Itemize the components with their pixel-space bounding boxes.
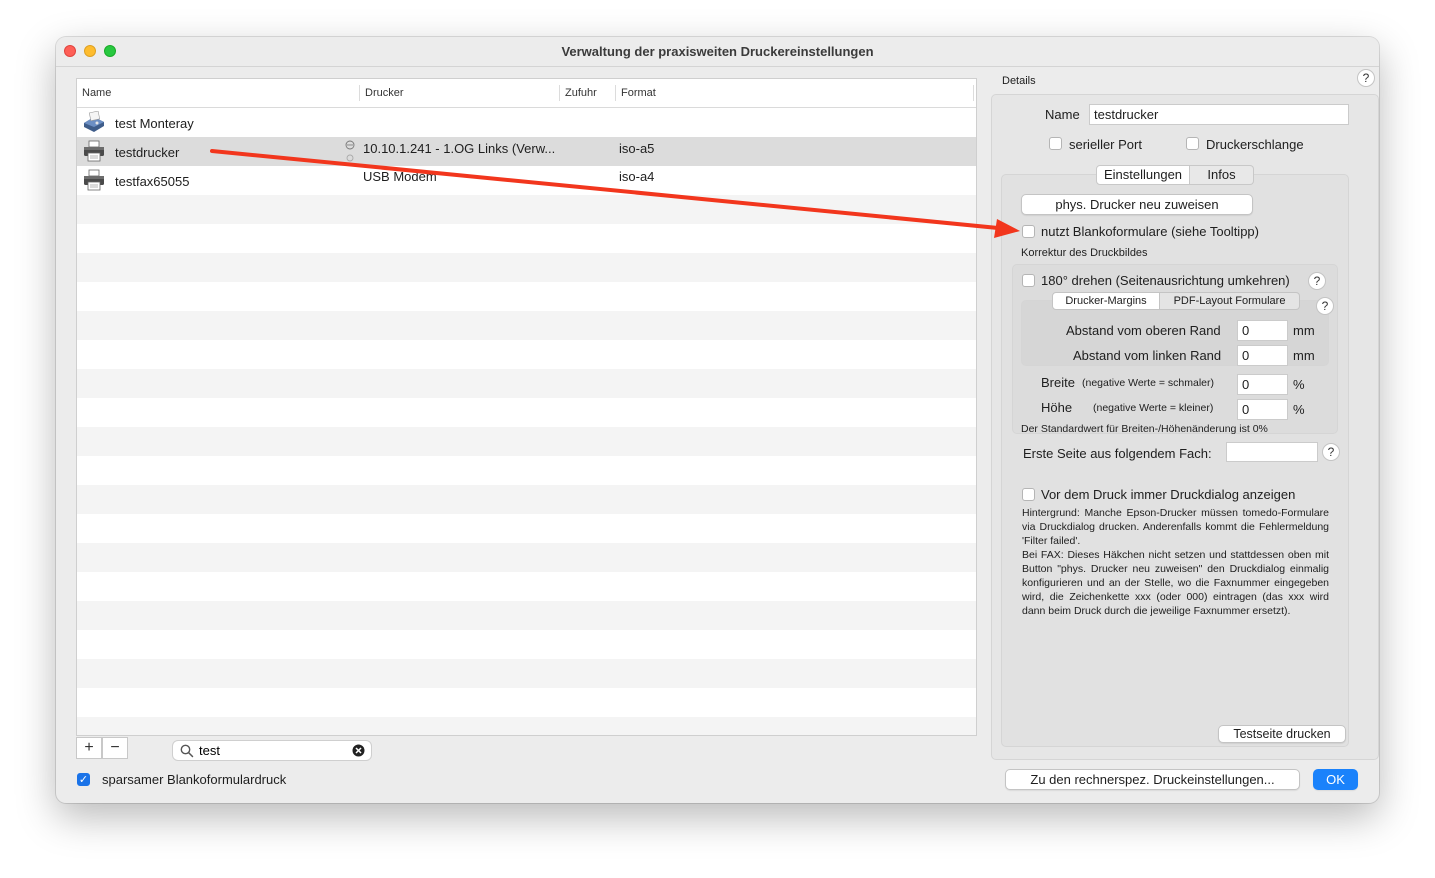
column-divider xyxy=(359,85,360,101)
empty-row xyxy=(77,398,976,427)
ok-button[interactable]: OK xyxy=(1313,769,1358,790)
margins-help-button[interactable]: ? xyxy=(1316,297,1334,315)
table-row-selected[interactable]: testdrucker 10.10.1.241 - 1.OG Links (Ve… xyxy=(77,137,976,166)
column-header-printer[interactable]: Drucker xyxy=(365,87,404,99)
details-header: Details xyxy=(1002,75,1036,87)
tab-infos[interactable]: Infos xyxy=(1190,165,1254,185)
empty-row xyxy=(77,340,976,369)
width-label: Breite xyxy=(1041,375,1075,390)
row-printer: 10.10.1.241 - 1.OG Links (Verw... xyxy=(363,141,556,156)
table-body: test Monteray testdrucker 10.10.1.241 - … xyxy=(77,108,976,735)
height-hint: (negative Werte = kleiner) xyxy=(1093,402,1214,414)
empty-row xyxy=(77,717,976,735)
empty-row xyxy=(77,427,976,456)
search-field[interactable] xyxy=(172,740,372,761)
empty-row xyxy=(77,224,976,253)
network-status-icon xyxy=(345,140,355,162)
print-test-page-button[interactable]: Testseite drucken xyxy=(1218,725,1346,743)
printer-queue-label: Druckerschlange xyxy=(1206,137,1304,152)
row-format: iso-a5 xyxy=(619,141,655,156)
row-name: testdrucker xyxy=(115,145,180,160)
printer-settings-window: Verwaltung der praxisweiten Druckereinst… xyxy=(56,37,1379,803)
search-icon xyxy=(180,744,194,758)
printer-icon xyxy=(84,169,104,191)
table-header: Name Drucker Zufuhr Format xyxy=(77,79,976,108)
empty-row xyxy=(77,543,976,572)
default-note: Der Standardwert für Breiten-/Höhenänder… xyxy=(1021,423,1268,435)
empty-row xyxy=(77,253,976,282)
column-header-feed[interactable]: Zufuhr xyxy=(565,87,597,99)
table-row[interactable]: testfax65055 USB Modem iso-a4 xyxy=(77,166,976,195)
title-bar: Verwaltung der praxisweiten Druckereinst… xyxy=(56,37,1379,67)
top-margin-unit: mm xyxy=(1293,323,1315,338)
empty-row xyxy=(77,659,976,688)
height-field[interactable] xyxy=(1237,399,1288,420)
empty-row xyxy=(77,369,976,398)
first-page-tray-label: Erste Seite aus folgendem Fach: xyxy=(1023,446,1212,461)
column-divider xyxy=(973,85,974,101)
serial-port-label: serieller Port xyxy=(1069,137,1142,152)
empty-row xyxy=(77,311,976,340)
empty-row xyxy=(77,195,976,224)
name-field[interactable] xyxy=(1089,104,1349,125)
reassign-printer-button[interactable]: phys. Drucker neu zuweisen xyxy=(1021,194,1253,215)
empty-row xyxy=(77,456,976,485)
blank-forms-checkbox[interactable] xyxy=(1022,225,1035,238)
serial-port-checkbox[interactable] xyxy=(1049,137,1062,150)
row-name: test Monteray xyxy=(115,116,194,131)
print-dialog-label: Vor dem Druck immer Druckdialog anzeigen xyxy=(1041,487,1296,502)
correction-header: Korrektur des Druckbildes xyxy=(1021,247,1148,259)
left-margin-label: Abstand vom linken Rand xyxy=(1073,348,1222,363)
fax-printer-icon xyxy=(84,111,104,132)
row-format: iso-a4 xyxy=(619,169,655,184)
print-dialog-checkbox[interactable] xyxy=(1022,488,1035,501)
printer-icon xyxy=(84,140,104,162)
empty-row xyxy=(77,514,976,543)
left-margin-field[interactable] xyxy=(1237,345,1288,366)
empty-row xyxy=(77,630,976,659)
row-name: testfax65055 xyxy=(115,174,190,189)
subtab-pdf-layout[interactable]: PDF-Layout Formulare xyxy=(1160,292,1300,310)
first-page-tray-field[interactable] xyxy=(1226,442,1318,462)
height-label: Höhe xyxy=(1041,400,1073,415)
empty-row xyxy=(77,572,976,601)
left-margin-unit: mm xyxy=(1293,348,1315,363)
column-header-format[interactable]: Format xyxy=(621,87,656,99)
empty-row xyxy=(77,688,976,717)
top-margin-field[interactable] xyxy=(1237,320,1288,341)
empty-row xyxy=(77,601,976,630)
window-title: Verwaltung der praxisweiten Druckereinst… xyxy=(561,44,874,59)
sparse-blank-form-checkbox[interactable]: ✓ xyxy=(77,773,90,786)
blank-forms-label: nutzt Blankoformulare (siehe Tooltipp) xyxy=(1041,224,1259,239)
table-row[interactable]: test Monteray xyxy=(77,108,976,137)
clear-search-icon[interactable] xyxy=(352,744,365,757)
rotate-label: 180° drehen (Seitenausrichtung umkehren) xyxy=(1041,273,1290,288)
sparse-blank-form-label: sparsamer Blankoformulardruck xyxy=(102,772,287,787)
column-divider xyxy=(615,85,616,101)
help-button[interactable]: ? xyxy=(1357,69,1375,87)
top-margin-label: Abstand vom oberen Rand xyxy=(1066,323,1221,338)
name-label: Name xyxy=(1045,107,1080,122)
empty-row xyxy=(77,282,976,311)
row-printer: USB Modem xyxy=(363,169,437,184)
printer-table: Name Drucker Zufuhr Format test Monteray xyxy=(76,78,977,736)
printer-queue-checkbox[interactable] xyxy=(1186,137,1199,150)
rotate-help-button[interactable]: ? xyxy=(1308,272,1326,290)
computer-settings-button[interactable]: Zu den rechnerspez. Druckeinstellungen..… xyxy=(1005,769,1300,790)
add-printer-button[interactable]: + xyxy=(76,737,102,759)
remove-printer-button[interactable]: − xyxy=(102,737,128,759)
print-dialog-description: Hintergrund: Manche Epson-Drucker müssen… xyxy=(1022,507,1329,617)
width-hint: (negative Werte = schmaler) xyxy=(1082,377,1214,389)
column-divider xyxy=(559,85,560,101)
height-unit: % xyxy=(1293,402,1305,417)
tray-help-button[interactable]: ? xyxy=(1322,443,1340,461)
column-header-name[interactable]: Name xyxy=(82,87,111,99)
tab-settings[interactable]: Einstellungen xyxy=(1096,165,1190,185)
empty-row xyxy=(77,485,976,514)
width-field[interactable] xyxy=(1237,374,1288,395)
subtab-printer-margins[interactable]: Drucker-Margins xyxy=(1052,292,1160,310)
search-input[interactable] xyxy=(199,743,339,758)
width-unit: % xyxy=(1293,377,1305,392)
rotate-checkbox[interactable] xyxy=(1022,274,1035,287)
